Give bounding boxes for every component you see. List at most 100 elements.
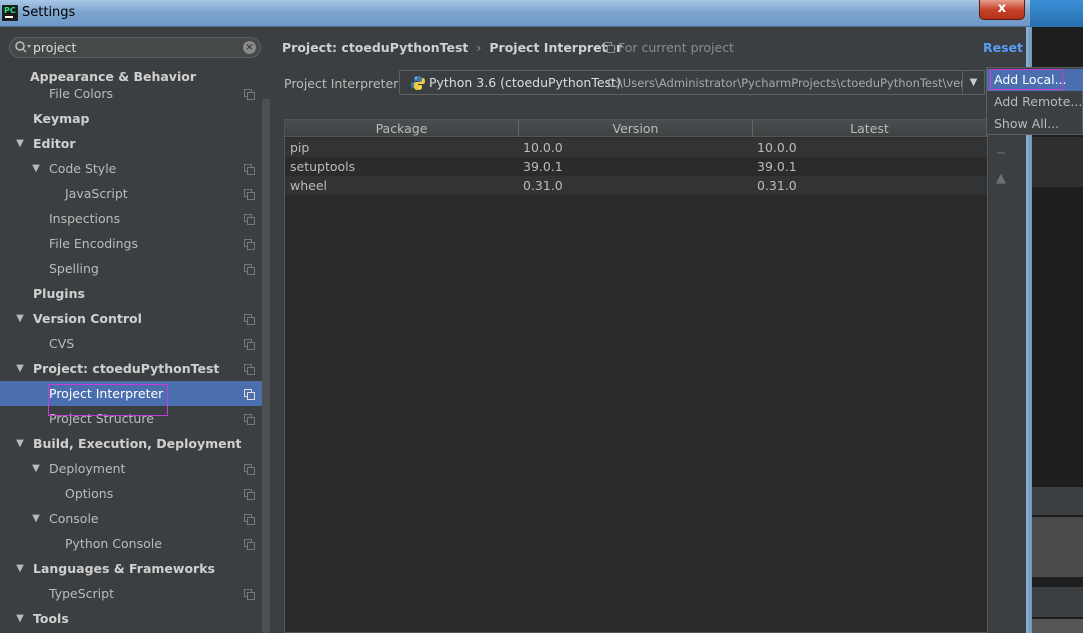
background-panel [1032,137,1083,187]
project-level-copy-icon [244,339,255,350]
sidebar-item-project-ctoedupythontest[interactable]: ▼ Project: ctoeduPythonTest [0,356,262,381]
sidebar-item-typescript[interactable]: TypeScript [0,581,262,606]
search-input[interactable] [33,39,233,56]
sidebar-item-label: Spelling [49,261,99,276]
add-interpreter-popup-menu: Add Local... Add Remote... Show All... [986,67,1083,135]
expand-arrow-icon[interactable]: ▼ [14,306,26,331]
for-current-project-note: For current project [604,40,734,55]
column-header-latest[interactable]: Latest [753,120,987,137]
interpreter-path: C:\Users\Administrator\PycharmProjects\c… [607,76,985,90]
remove-package-button[interactable]: − [994,147,1008,161]
upgrade-package-button[interactable]: ▲ [994,172,1008,186]
package-latest-cell: 10.0.0 [757,140,797,155]
expand-arrow-icon[interactable]: ▼ [30,156,42,181]
sidebar-item-label: File Colors [49,86,114,101]
sidebar-item-languages-frameworks[interactable]: ▼ Languages & Frameworks [0,556,262,581]
popup-item-add-local[interactable]: Add Local... [987,69,1083,91]
expand-arrow-icon[interactable]: ▼ [30,456,42,481]
sidebar-item-version-control[interactable]: ▼ Version Control [0,306,262,331]
sidebar-item-code-style[interactable]: ▼ Code Style [0,156,262,181]
sidebar-item-label: Console [49,511,99,526]
interpreter-dropdown-arrow[interactable]: ▼ [962,70,985,95]
sidebar-item-label: CVS [49,336,75,351]
expand-arrow-icon[interactable]: ▼ [14,356,26,381]
sidebar-item-label: Plugins [33,286,85,301]
breadcrumb: Project: ctoeduPythonTest › Project Interp… [282,40,622,55]
package-package-cell: pip [290,140,310,155]
packages-table-header: Package Version Latest [285,120,987,137]
sidebar-item-javascript[interactable]: JavaScript [0,181,262,206]
pycharm-app-icon: PC [2,5,18,21]
sidebar-scrollbar[interactable] [262,99,270,633]
search-box[interactable]: × [9,37,261,58]
project-level-copy-icon [244,89,255,100]
window-title: Settings [22,5,76,20]
column-header-package[interactable]: Package [285,120,519,137]
project-level-copy-icon [244,539,255,550]
package-version-cell: 10.0.0 [523,140,563,155]
popup-item-show-all[interactable]: Show All... [987,113,1083,135]
package-package-cell: wheel [290,178,327,193]
sidebar-item-file-encodings[interactable]: File Encodings [0,231,262,256]
reset-link[interactable]: Reset [983,40,1023,55]
package-row[interactable]: setuptools 39.0.1 39.0.1 [285,157,987,176]
sidebar-item-project-structure[interactable]: Project Structure [0,406,262,431]
project-level-copy-icon [244,314,255,325]
packages-toolbar: + − ▲ [988,119,1013,633]
sidebar-item-label: Editor [33,136,76,151]
sidebar-item-keymap[interactable]: Keymap [0,106,262,131]
sidebar-item-deployment[interactable]: ▼ Deployment [0,456,262,481]
sidebar-item-cvs[interactable]: CVS [0,331,262,356]
package-row[interactable]: wheel 0.31.0 0.31.0 [285,176,987,195]
breadcrumb-separator: › [476,40,482,55]
sidebar-item-python-console[interactable]: Python Console [0,531,262,556]
sidebar-item-label: Deployment [49,461,126,476]
sidebar-item-label: Build, Execution, Deployment [33,436,242,451]
project-level-copy-icon [244,239,255,250]
sidebar-item-label: Inspections [49,211,121,226]
project-level-copy-icon [244,589,255,600]
expand-arrow-icon[interactable]: ▼ [14,556,26,581]
breadcrumb-project[interactable]: Project: ctoeduPythonTest [282,40,468,55]
close-button[interactable]: x [979,0,1025,20]
sidebar-item-spelling[interactable]: Spelling [0,256,262,281]
package-latest-cell: 0.31.0 [757,178,797,193]
expand-arrow-icon[interactable]: ▼ [30,506,42,531]
sidebar-item-project-interpreter[interactable]: Project Interpreter [0,381,262,406]
package-latest-cell: 39.0.1 [757,159,797,174]
package-row[interactable]: pip 10.0.0 10.0.0 [285,138,987,157]
sidebar-item-label: Project Interpreter [49,386,164,401]
project-interpreter-select[interactable]: Python 3.6 (ctoeduPythonTest) C:\Users\A… [399,70,985,95]
sidebar-item-build-execution-deployment[interactable]: ▼ Build, Execution, Deployment [0,431,262,456]
sidebar-item-file-colors[interactable]: File Colors [0,81,262,106]
project-level-copy-icon [244,214,255,225]
breadcrumb-page: Project Interpreter [489,40,623,55]
packages-table: Package Version Latest pip 10.0.0 10.0.0 se… [284,119,988,633]
popup-item-add-remote[interactable]: Add Remote... [987,91,1083,113]
sidebar-item-label: Tools [33,611,69,626]
sidebar-item-tools[interactable]: ▼ Tools [0,606,262,631]
background-panel [1032,517,1083,577]
project-interpreter-label: Project Interpreter: [284,76,403,91]
sidebar-item-console[interactable]: ▼ Console [0,506,262,531]
expand-arrow-icon[interactable]: ▼ [14,606,26,631]
main-scrollbar[interactable] [1013,119,1026,633]
sidebar-item-editor[interactable]: ▼ Editor [0,131,262,156]
search-icon[interactable] [14,40,32,55]
copy-icon [604,42,615,53]
project-level-copy-icon [244,389,255,400]
clear-search-icon[interactable]: × [243,41,256,54]
sidebar-item-label: Code Style [49,161,117,176]
project-level-copy-icon [244,414,255,425]
project-level-copy-icon [244,464,255,475]
sidebar-item-options[interactable]: Options [0,481,262,506]
expand-arrow-icon[interactable]: ▼ [14,431,26,456]
expand-arrow-icon[interactable]: ▼ [14,131,26,156]
settings-tree: Appearance & Behavior File Colors Keymap ▼ E… [0,67,262,633]
sidebar-item-plugins[interactable]: Plugins [0,281,262,306]
project-level-copy-icon [244,189,255,200]
package-package-cell: setuptools [290,159,356,174]
project-level-copy-icon [244,514,255,525]
column-header-version[interactable]: Version [519,120,753,137]
sidebar-item-inspections[interactable]: Inspections [0,206,262,231]
